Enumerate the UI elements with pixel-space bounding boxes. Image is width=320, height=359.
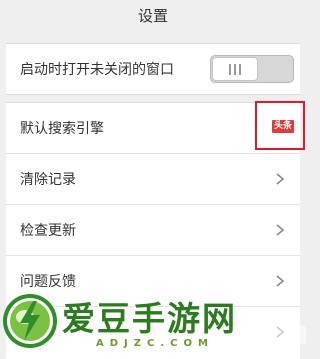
grip-line-icon [234, 63, 236, 75]
search-engine-value: 头条 [272, 120, 295, 133]
chevron-right-icon [276, 173, 285, 185]
grip-line-icon [229, 63, 231, 75]
startup-group: 启动时打开未关闭的窗口 [6, 43, 300, 95]
title-bar: 设置 [0, 0, 306, 30]
watermark-text: 爱豆手游网 [62, 299, 237, 338]
page-title: 设置 [137, 6, 168, 25]
toggle-knob[interactable] [212, 57, 258, 81]
watermark-url: ADJZC.COM [96, 338, 214, 349]
grip-line-icon [239, 63, 241, 75]
startup-toggle[interactable] [210, 55, 294, 83]
clear-history-label: 清除记录 [20, 172, 76, 188]
clear-history-row[interactable]: 清除记录 [6, 154, 300, 204]
watermark-logo-icon [3, 294, 57, 348]
check-update-row[interactable]: 检查更新 [6, 205, 300, 255]
chevron-right-icon [276, 224, 285, 236]
check-update-label: 检查更新 [20, 223, 76, 239]
